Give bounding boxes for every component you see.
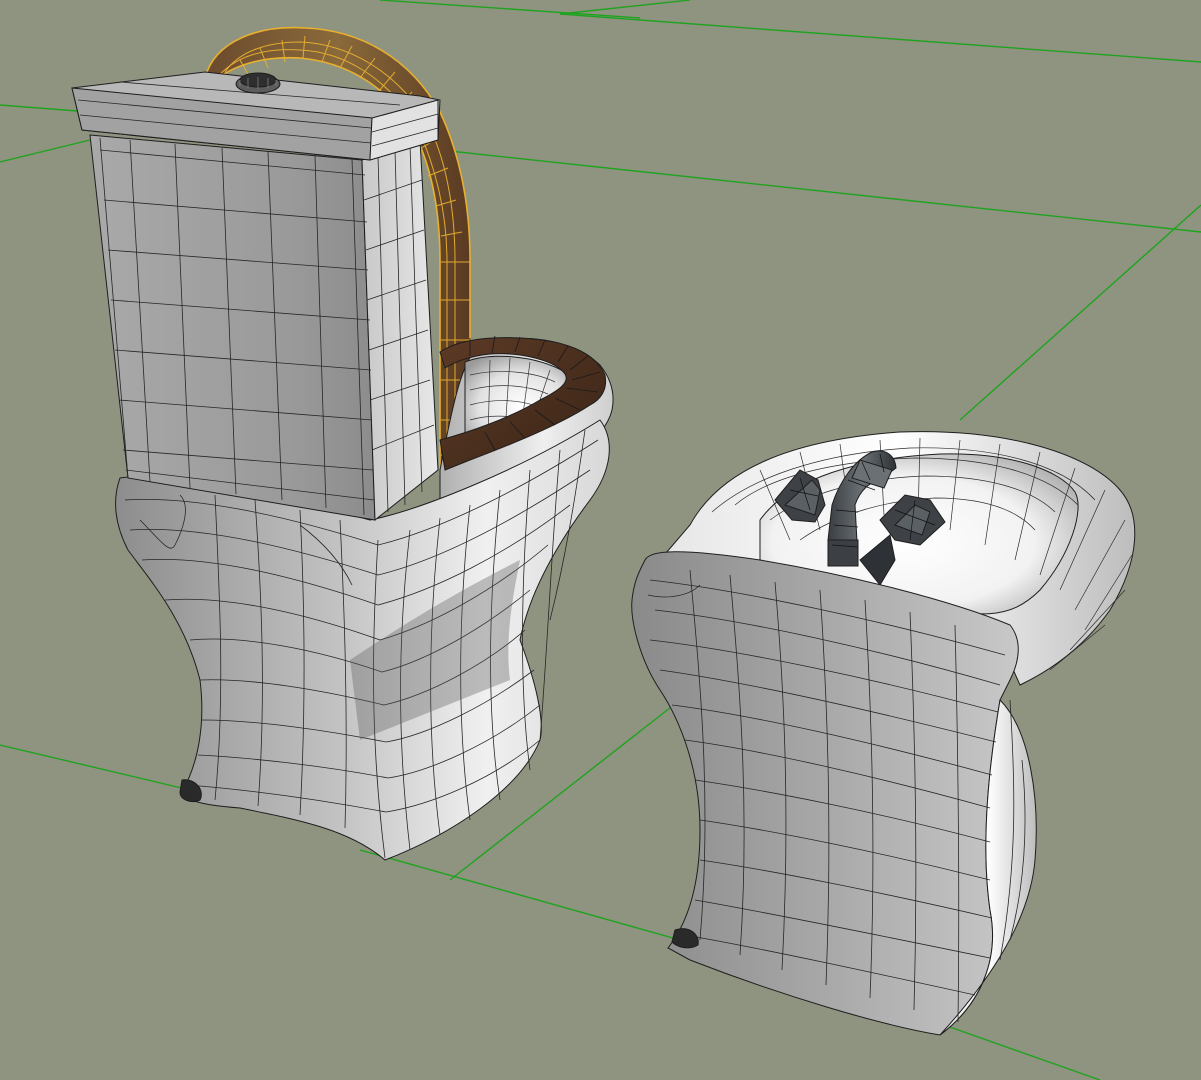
- grid-line: [0, 139, 91, 163]
- grid-line: [959, 204, 1201, 421]
- 3d-viewport[interactable]: [0, 0, 1201, 1080]
- flush-button[interactable]: [235, 72, 281, 94]
- grid-line: [559, 0, 691, 15]
- grid-line: [359, 849, 681, 941]
- viewport-scene[interactable]: [0, 0, 1201, 1080]
- toilet-tank[interactable]: [71, 71, 441, 522]
- grid-line: [929, 1019, 1101, 1080]
- grid-line: [559, 13, 1201, 63]
- grid-line: [0, 744, 191, 791]
- toilet-model[interactable]: [71, 26, 614, 861]
- grid-line: [439, 149, 1201, 233]
